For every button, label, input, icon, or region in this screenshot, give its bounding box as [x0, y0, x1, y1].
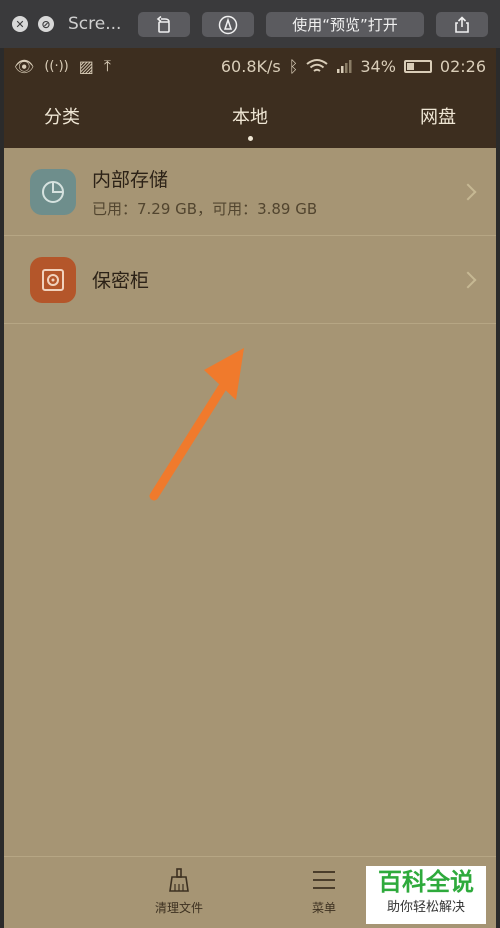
clock: 02:26 — [439, 56, 486, 76]
list-item-internal-storage[interactable]: 内部存储 已用：7.29 GB，可用：3.89 GB — [4, 148, 496, 236]
safe-icon — [30, 256, 76, 303]
phone-screen: 👁 ((·)) ▨ ⤒ 60.8K/s ᛒ 34% 02:26 分类 本地 网盘… — [4, 48, 496, 928]
row-title: 保密柜 — [92, 270, 150, 292]
share-icon — [455, 15, 469, 33]
watermark-subtitle: 助你轻松解决 — [386, 900, 465, 915]
network-speed: 60.8K/s — [220, 56, 281, 76]
battery-icon — [403, 59, 432, 73]
eye-icon: 👁 — [14, 56, 35, 76]
upload-icon: ⤒ — [103, 56, 111, 75]
row-title: 内部存储 — [92, 168, 169, 191]
tab-label: 本地 — [232, 107, 268, 128]
tab-cloud[interactable]: 网盘 — [420, 103, 456, 129]
image-icon: ▨ — [78, 56, 94, 76]
menu-label: 菜单 — [311, 901, 336, 915]
watermark-title: 百科全说 — [378, 868, 474, 896]
rotate-button[interactable] — [138, 12, 190, 37]
menu-icon — [313, 871, 335, 889]
markup-pen-icon — [218, 15, 238, 34]
storage-pie-icon — [30, 168, 76, 215]
hotspot-icon: ((·)) — [44, 58, 69, 74]
tab-local[interactable]: 本地 — [232, 103, 268, 141]
storage-list: 内部存储 已用：7.29 GB，可用：3.89 GB 保密柜 — [4, 148, 496, 324]
markup-button[interactable] — [202, 12, 254, 37]
chevron-right-icon — [459, 271, 477, 288]
window-title: Scre... — [68, 14, 122, 34]
clean-files-label: 清理文件 — [154, 901, 203, 915]
wifi-icon — [306, 59, 328, 72]
battery-percent: 34% — [360, 56, 396, 76]
broom-icon — [169, 868, 189, 892]
battery-level — [406, 62, 415, 70]
tab-label: 网盘 — [420, 107, 456, 128]
signal-icon — [337, 60, 352, 73]
open-with-preview-button[interactable]: 使用“预览”打开 — [266, 12, 424, 37]
storage-usage: 已用：7.29 GB，可用：3.89 GB — [92, 199, 318, 218]
watermark-logo: 百科全说 助你轻松解决 — [366, 866, 486, 924]
annotation-arrow-icon — [149, 348, 244, 501]
tab-bar: 分类 本地 网盘 — [4, 84, 496, 148]
rotate-icon — [156, 15, 170, 33]
tab-category[interactable]: 分类 — [44, 103, 80, 129]
chevron-right-icon — [459, 183, 477, 200]
bluetooth-icon: ᛒ — [288, 56, 299, 76]
close-icon[interactable]: ✕ — [12, 16, 28, 32]
active-tab-indicator — [248, 136, 253, 141]
menu-button[interactable]: 菜单 — [284, 867, 364, 916]
status-bar: 👁 ((·)) ▨ ⤒ 60.8K/s ᛒ 34% 02:26 — [4, 48, 496, 84]
quicklook-toolbar: ✕ ⊘ Scre... 使用“预览”打开 — [0, 0, 500, 48]
list-item-safe[interactable]: 保密柜 — [4, 236, 496, 324]
fullscreen-icon[interactable]: ⊘ — [38, 16, 54, 32]
clean-files-button[interactable]: 清理文件 — [139, 867, 219, 916]
tab-label: 分类 — [44, 107, 80, 128]
share-button[interactable] — [436, 12, 488, 37]
